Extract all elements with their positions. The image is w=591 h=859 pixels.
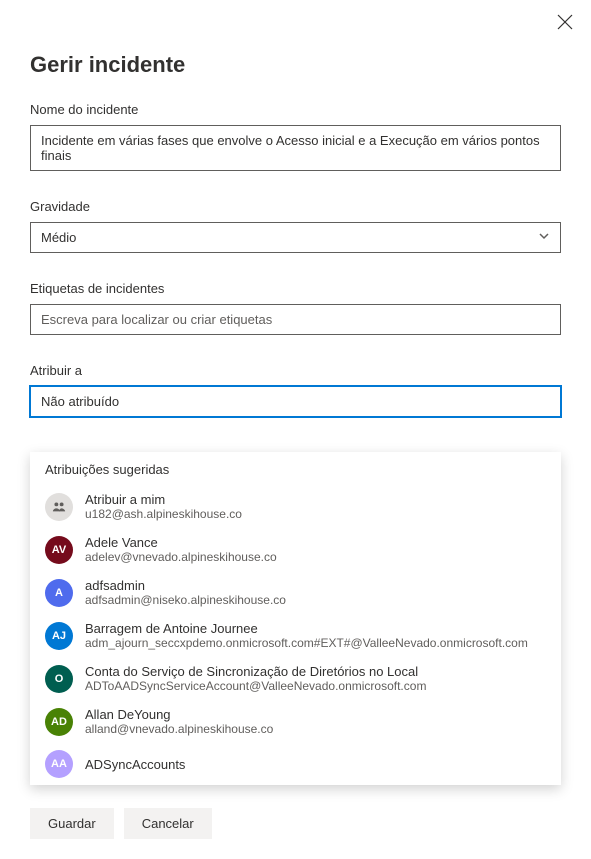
suggestion-text: Conta do Serviço de Sincronização de Dir… [85,664,426,693]
suggestion-email: adfsadmin@niseko.alpineskihouse.co [85,593,286,607]
avatar [45,493,73,521]
suggestion-list[interactable]: Atribuir a mimu182@ash.alpineskihouse.co… [30,485,561,785]
suggestion-email: u182@ash.alpineskihouse.co [85,507,242,521]
close-button[interactable] [557,14,573,35]
field-assign: Atribuir a Não atribuído [30,363,561,417]
tags-placeholder: Escreva para localizar ou criar etiqueta… [41,312,272,327]
suggestion-text: ADSyncAccounts [85,757,185,772]
severity-value: Médio [41,230,76,245]
severity-label: Gravidade [30,199,561,214]
suggestion-name: Atribuir a mim [85,492,242,507]
suggestion-text: Barragem de Antoine Journeeadm_ajourn_se… [85,621,528,650]
assign-dropdown: Atribuições sugeridas Atribuir a mimu182… [30,452,561,785]
incident-name-label: Nome do incidente [30,102,561,117]
field-incident-name: Nome do incidente Incidente em várias fa… [30,102,561,171]
suggestion-name: Adele Vance [85,535,277,550]
suggestion-email: ADToAADSyncServiceAccount@ValleeNevado.o… [85,679,426,693]
dialog-footer: Guardar Cancelar [30,808,212,839]
incident-name-value: Incidente em várias fases que envolve o … [41,133,550,163]
suggestion-email: alland@vnevado.alpineskihouse.co [85,722,273,736]
tags-input[interactable]: Escreva para localizar ou criar etiqueta… [30,304,561,335]
suggestion-item[interactable]: Atribuir a mimu182@ash.alpineskihouse.co [30,485,561,528]
suggestion-name: Conta do Serviço de Sincronização de Dir… [85,664,426,679]
severity-select[interactable]: Médio [30,222,561,253]
suggestion-item[interactable]: AJ Barragem de Antoine Journeeadm_ajourn_… [30,614,561,657]
suggestion-name: ADSyncAccounts [85,757,185,772]
assign-input[interactable]: Não atribuído [30,386,561,417]
save-button[interactable]: Guardar [30,808,114,839]
suggestion-text: Allan DeYoungalland@vnevado.alpineskihou… [85,707,273,736]
suggestion-item[interactable]: AA ADSyncAccounts [30,743,561,785]
incident-name-input[interactable]: Incidente em várias fases que envolve o … [30,125,561,171]
close-icon [557,14,573,30]
suggestion-name: Allan DeYoung [85,707,273,722]
suggestion-text: Adele Vanceadelev@vnevado.alpineskihouse… [85,535,277,564]
avatar: AD [45,708,73,736]
cancel-button[interactable]: Cancelar [124,808,212,839]
suggestion-email: adelev@vnevado.alpineskihouse.co [85,550,277,564]
suggestion-text: adfsadminadfsadmin@niseko.alpineskihouse… [85,578,286,607]
people-icon [52,500,66,514]
dialog-title: Gerir incidente [30,52,561,78]
suggestion-item[interactable]: O Conta do Serviço de Sincronização de Di… [30,657,561,700]
avatar: AV [45,536,73,564]
avatar: O [45,665,73,693]
chevron-down-icon [538,230,550,245]
field-tags: Etiquetas de incidentes Escreva para loc… [30,281,561,335]
suggestion-name: Barragem de Antoine Journee [85,621,528,636]
tags-label: Etiquetas de incidentes [30,281,561,296]
dropdown-header: Atribuições sugeridas [30,452,561,485]
avatar: AA [45,750,73,778]
suggestion-text: Atribuir a mimu182@ash.alpineskihouse.co [85,492,242,521]
assign-value: Não atribuído [41,394,119,409]
suggestion-item[interactable]: AV Adele Vanceadelev@vnevado.alpineskihou… [30,528,561,571]
avatar: AJ [45,622,73,650]
suggestion-email: adm_ajourn_seccxpdemo.onmicrosoft.com#EX… [85,636,528,650]
suggestion-item[interactable]: AD Allan DeYoungalland@vnevado.alpineskih… [30,700,561,743]
suggestion-name: adfsadmin [85,578,286,593]
assign-label: Atribuir a [30,363,561,378]
suggestion-item[interactable]: Aadfsadminadfsadmin@niseko.alpineskihous… [30,571,561,614]
avatar: A [45,579,73,607]
field-severity: Gravidade Médio [30,199,561,253]
